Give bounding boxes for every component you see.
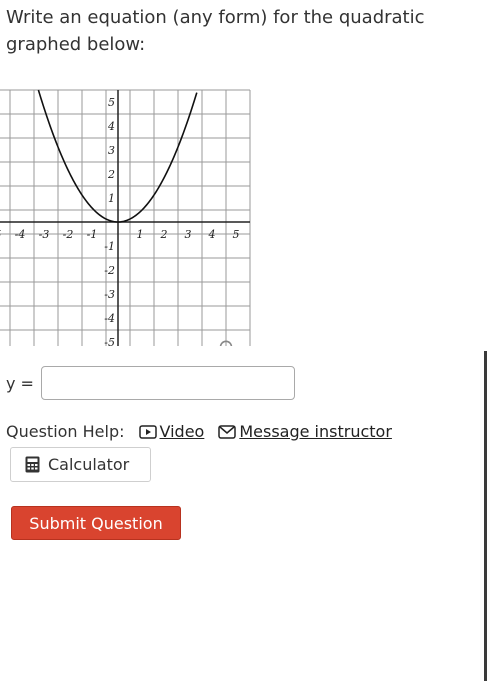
quadratic-graph: -5 -4 -3 -2 -1 1 2 3 4 5 5 4 3 2 1 -1 -2 -3 -4 -5 bbox=[0, 76, 270, 346]
x-tick-label: -4 bbox=[15, 228, 26, 241]
x-tick-label: -3 bbox=[39, 228, 50, 241]
x-tick-label: 4 bbox=[208, 228, 216, 241]
video-link-label: Video bbox=[159, 422, 205, 441]
x-tick-label: -1 bbox=[87, 228, 98, 241]
y-tick-label: -3 bbox=[104, 288, 115, 301]
x-tick-label: 5 bbox=[233, 228, 240, 241]
video-icon bbox=[138, 424, 157, 439]
y-tick-label: -2 bbox=[104, 264, 115, 277]
y-tick-label: -1 bbox=[104, 240, 115, 253]
y-tick-label: 2 bbox=[107, 168, 115, 181]
message-instructor-label: Message instructor bbox=[239, 422, 392, 441]
scrollbar[interactable] bbox=[484, 351, 487, 681]
y-tick-label: 5 bbox=[108, 96, 115, 109]
x-tick-label: -2 bbox=[63, 228, 74, 241]
y-tick-label: 1 bbox=[108, 192, 115, 205]
submit-question-button[interactable]: Submit Question bbox=[11, 506, 181, 540]
x-tick-label: 1 bbox=[137, 228, 144, 241]
calculator-label: Calculator bbox=[48, 455, 130, 474]
video-link[interactable]: Video bbox=[138, 422, 205, 441]
answer-row: y = bbox=[6, 365, 295, 401]
graph-canvas: -5 -4 -3 -2 -1 1 2 3 4 5 5 4 3 2 1 -1 -2 -3 -4 -5 bbox=[0, 89, 251, 346]
envelope-icon bbox=[218, 424, 237, 439]
answer-label: y = bbox=[6, 373, 34, 393]
message-instructor-link[interactable]: Message instructor bbox=[218, 422, 392, 441]
question-prompt: Write an equation (any form) for the qua… bbox=[6, 7, 425, 55]
x-tick-label: -5 bbox=[0, 228, 1, 241]
y-tick-label: 4 bbox=[107, 120, 115, 133]
question-help: Question Help: Video Message instructor bbox=[6, 422, 406, 441]
y-tick-label: 3 bbox=[108, 144, 115, 157]
answer-input[interactable] bbox=[40, 366, 295, 400]
y-tick-label: -4 bbox=[104, 312, 115, 325]
y-tick-label: -5 bbox=[104, 336, 115, 346]
calculator-button[interactable]: Calculator bbox=[10, 447, 151, 482]
x-tick-label: 3 bbox=[185, 228, 192, 241]
calculator-icon bbox=[25, 456, 40, 473]
question-help-label: Question Help: bbox=[6, 422, 125, 441]
x-tick-label: 2 bbox=[160, 228, 168, 241]
